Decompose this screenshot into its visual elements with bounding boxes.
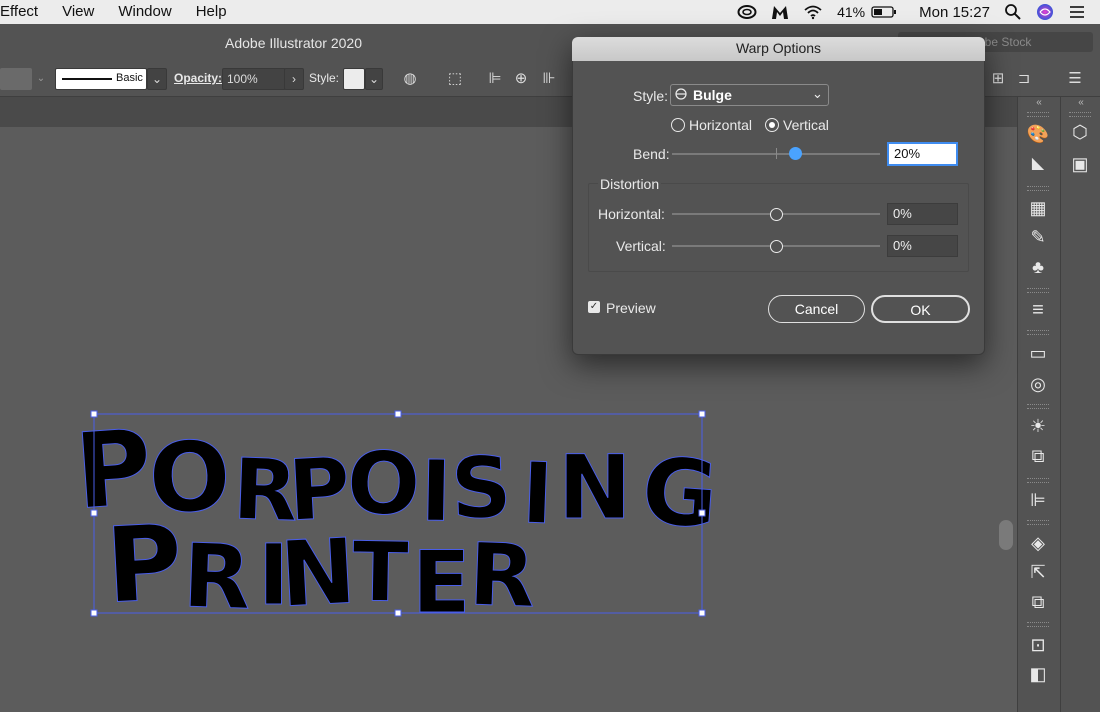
radio-vertical-label[interactable]: Vertical [783, 117, 829, 133]
brushes-panel-icon[interactable]: ✎ [1026, 225, 1050, 249]
layers-panel-icon[interactable]: ◈ [1026, 531, 1050, 555]
letter-line1-o-4: O [345, 433, 422, 535]
panel-group-grip[interactable] [1027, 288, 1049, 293]
panel-group-grip[interactable] [1027, 404, 1049, 409]
bulge-style-icon [675, 88, 687, 100]
letter-line1-n-8: N [558, 436, 632, 539]
letter-line1-i-5: I [420, 442, 453, 541]
bend-slider-center-tick [776, 148, 777, 159]
distortion-vertical-label: Vertical: [616, 238, 666, 254]
ok-button[interactable]: OK [871, 295, 970, 323]
radio-vertical[interactable] [765, 118, 779, 132]
panel-group-grip[interactable] [1027, 520, 1049, 525]
letter-line2-e-5: E [412, 533, 471, 633]
bend-label: Bend: [633, 146, 670, 162]
graphic-styles-panel-icon[interactable]: ⧉ [1026, 444, 1050, 468]
radio-selected-dot [769, 122, 775, 128]
libraries-panel-icon[interactable]: ⬡ [1068, 120, 1092, 144]
appearance-panel-icon[interactable]: ☀ [1026, 414, 1050, 438]
properties-panel-icon[interactable]: ▣ [1068, 152, 1092, 176]
cancel-button[interactable]: Cancel [768, 295, 865, 323]
panel-group-grip[interactable] [1069, 112, 1091, 117]
distortion-vertical-input[interactable]: 0% [887, 235, 958, 257]
distortion-heading: Distortion [598, 176, 662, 192]
preview-checkbox[interactable]: ✓ [588, 301, 600, 313]
color-guide-icon[interactable]: ◣ [1026, 152, 1050, 176]
transform-panel-icon[interactable]: ⊡ [1026, 633, 1050, 657]
warp-style-label: Style: [633, 88, 669, 104]
distortion-horizontal-input[interactable]: 0% [887, 203, 958, 225]
stroke-panel-icon[interactable]: ≡ [1026, 298, 1050, 322]
letter-line2-p-0: P [103, 501, 186, 627]
pathfinder-panel-icon[interactable]: ◧ [1026, 662, 1050, 686]
distortion-horizontal-label: Horizontal: [598, 206, 665, 222]
style-dropdown-chevron-icon: ⌄ [812, 86, 823, 101]
align-panel-icon[interactable]: ⊫ [1026, 488, 1050, 512]
swatches-panel-icon[interactable]: ▦ [1026, 196, 1050, 220]
warp-style-value: Bulge [693, 87, 732, 103]
distortion-vertical-knob[interactable] [770, 240, 783, 253]
letter-line2-n-3: N [278, 519, 359, 628]
distortion-horizontal-knob[interactable] [770, 208, 783, 221]
preview-label[interactable]: Preview [606, 300, 656, 316]
letter-line2-t-4: T [352, 525, 410, 621]
color-panel-icon[interactable]: 🎨 [1026, 122, 1050, 146]
letter-line1-s-6: S [449, 438, 513, 538]
panel-group-grip[interactable] [1027, 330, 1049, 335]
panel-group-grip[interactable] [1027, 186, 1049, 191]
panel-group-grip[interactable] [1027, 112, 1049, 117]
distortion-group [588, 183, 969, 272]
dialog-title: Warp Options [735, 40, 822, 56]
panel-dock-secondary: « [1060, 97, 1100, 712]
gradient-panel-icon[interactable]: ▭ [1026, 341, 1050, 365]
symbols-panel-icon[interactable]: ♣ [1026, 255, 1050, 279]
artboards-panel-icon[interactable]: ⧉ [1026, 590, 1050, 614]
panel-group-grip[interactable] [1027, 478, 1049, 483]
panel-group-grip[interactable] [1027, 622, 1049, 627]
letter-line2-r-1: R [181, 524, 252, 629]
bend-slider-knob[interactable] [789, 147, 802, 160]
radio-horizontal-label[interactable]: Horizontal [689, 117, 752, 133]
letter-line1-g-9: G [638, 437, 721, 549]
radio-horizontal[interactable] [671, 118, 685, 132]
collapse-dock2-icon[interactable]: « [1069, 97, 1093, 109]
collapse-dock-icon[interactable]: « [1027, 97, 1051, 109]
bend-value-input[interactable]: 20% [887, 142, 958, 166]
export-panel-icon[interactable]: ⇱ [1026, 560, 1050, 584]
letter-line2-r-6: R [467, 525, 537, 627]
transparency-panel-icon[interactable]: ◎ [1026, 372, 1050, 396]
